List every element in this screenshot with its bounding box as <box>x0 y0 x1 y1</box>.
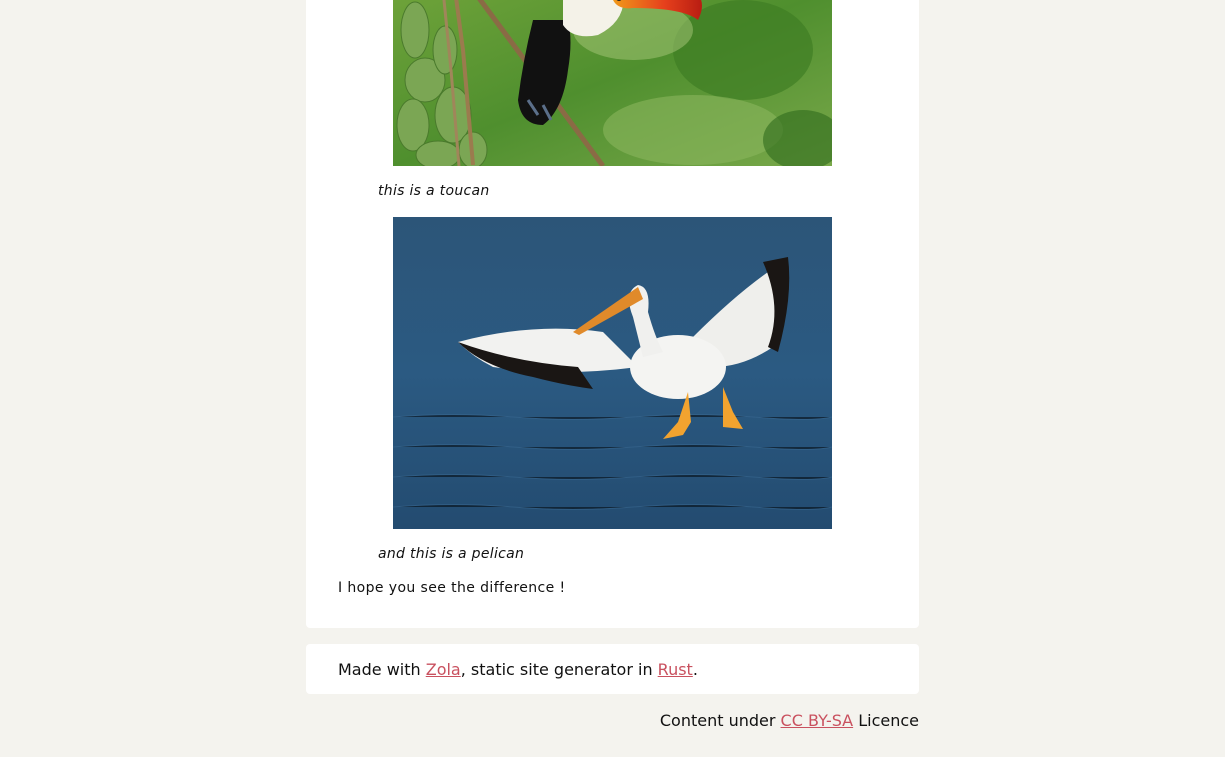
footer-suffix: . <box>692 660 698 679</box>
zola-link[interactable]: Zola <box>426 660 461 679</box>
toucan-caption: this is a toucan <box>378 183 490 199</box>
footer-card: Made with Zola, static site generator in… <box>306 644 919 694</box>
licence-notice: Content under CC BY-SA Licence <box>660 711 919 730</box>
page: this is a toucan and this is a pelican I… <box>0 0 1225 757</box>
footer-text: Made with Zola, static site generator in… <box>338 660 698 679</box>
pelican-image <box>393 217 832 529</box>
toucan-image <box>393 0 832 166</box>
footer-prefix: Made with <box>338 660 426 679</box>
licence-prefix: Content under <box>659 711 781 730</box>
pelican-caption: and this is a pelican <box>378 546 525 562</box>
cc-by-sa-link[interactable]: CC BY-SA <box>781 711 854 730</box>
closing-paragraph: I hope you see the difference ! <box>338 580 566 596</box>
footer-middle: , static site generator in <box>460 660 658 679</box>
licence-suffix: Licence <box>853 711 919 730</box>
rust-link[interactable]: Rust <box>658 660 693 679</box>
content-card: this is a toucan and this is a pelican I… <box>306 0 919 628</box>
